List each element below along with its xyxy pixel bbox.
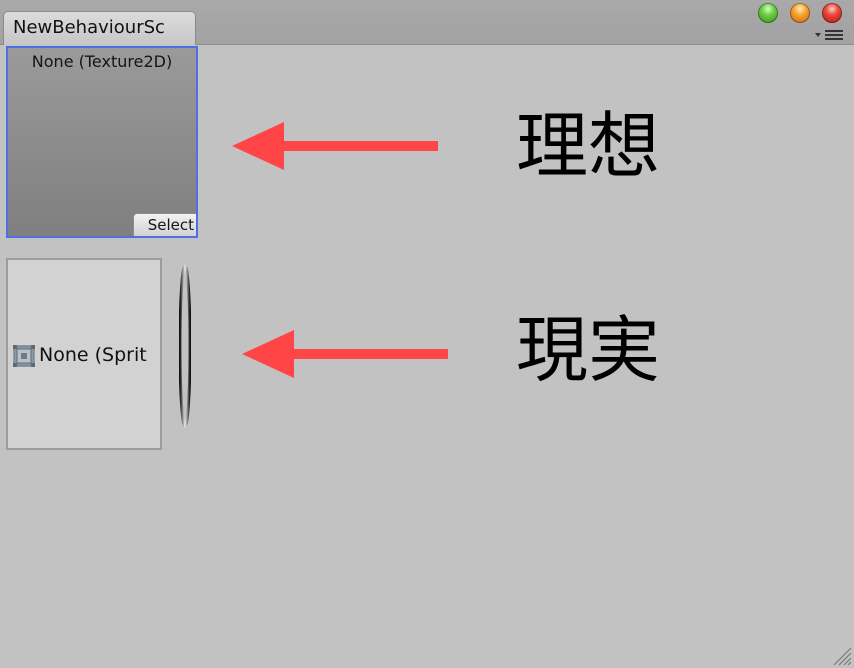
select-button[interactable]: Select [133, 213, 196, 236]
tab-newbehaviourscript[interactable]: NewBehaviourSc [3, 11, 196, 45]
sprite-icon [13, 345, 35, 367]
texture-field-value: None (Texture2D) [31, 52, 173, 71]
window-titlebar: NewBehaviourSc [0, 0, 854, 45]
object-picker-ring-icon[interactable] [179, 264, 191, 428]
texture2d-object-field[interactable]: None (Texture2D) Select [6, 46, 198, 238]
annotation-ideal: 理想 [516, 104, 661, 188]
resize-grip-icon[interactable] [830, 644, 852, 666]
sprite-field-value: None (Sprit [39, 344, 147, 366]
zoom-button[interactable] [758, 3, 778, 23]
annotation-reality: 現実 [516, 308, 661, 392]
sprite-object-field[interactable]: None (Sprit [6, 258, 162, 450]
panel-menu-icon[interactable] [815, 27, 845, 41]
red-arrow-reality [242, 330, 448, 378]
minimize-button[interactable] [790, 3, 810, 23]
red-arrow-ideal [232, 122, 438, 170]
close-button[interactable] [822, 3, 842, 23]
